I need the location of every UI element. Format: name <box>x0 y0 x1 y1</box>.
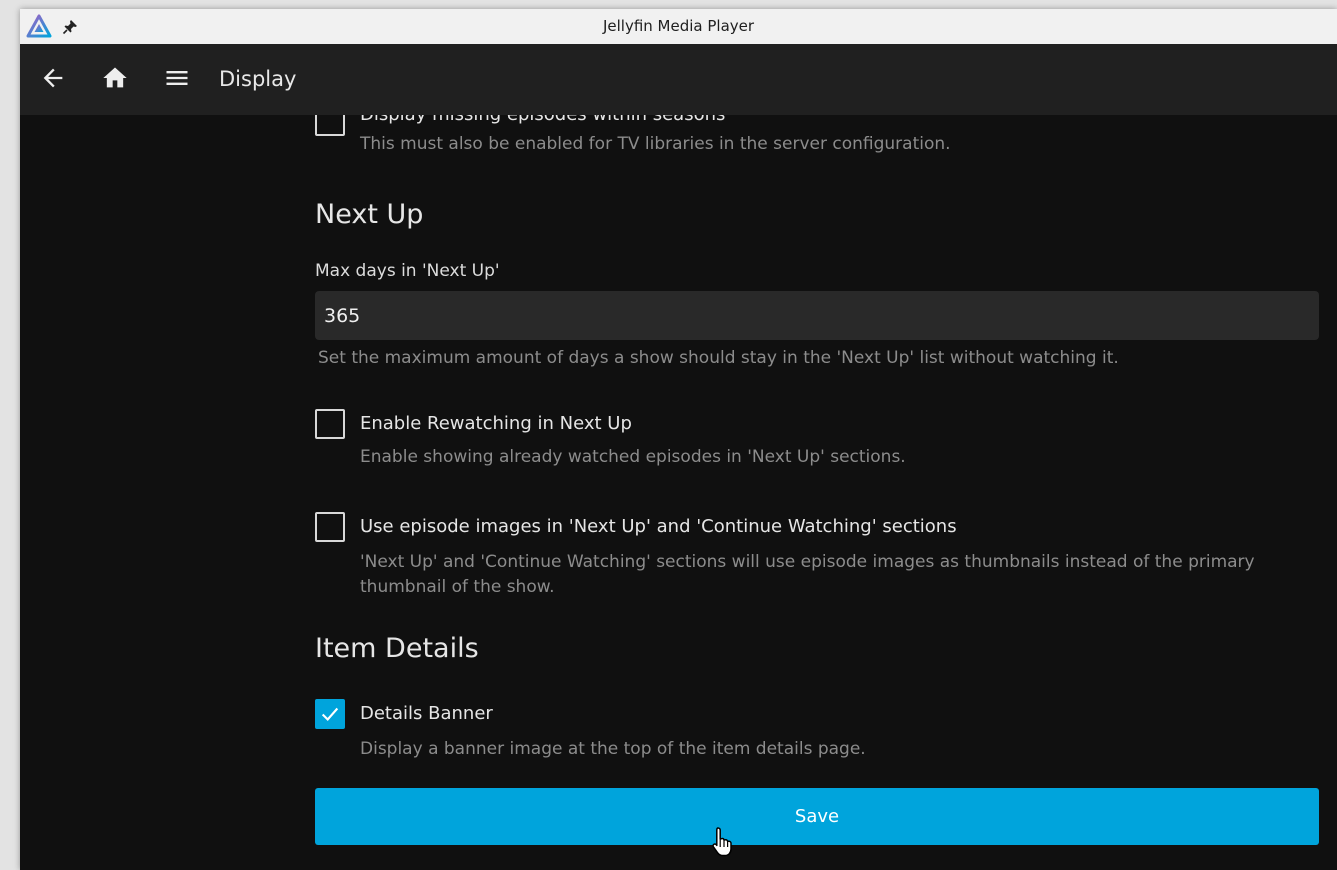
page-title: Display <box>219 67 297 91</box>
max-days-label: Max days in 'Next Up' <box>315 261 500 281</box>
app-header: Display <box>20 44 1337 115</box>
checkmark-icon <box>321 707 339 722</box>
details-banner-description: Display a banner image at the top of the… <box>360 739 866 759</box>
window-title: Jellyfin Media Player <box>602 17 755 35</box>
settings-content[interactable]: Display missing episodes within seasons … <box>20 115 1337 870</box>
rewatching-checkbox[interactable] <box>315 409 345 439</box>
max-days-description: Set the maximum amount of days a show sh… <box>318 348 1119 368</box>
details-banner-option: Details Banner Display a banner image at… <box>315 699 1319 769</box>
episode-images-checkbox[interactable] <box>315 512 345 542</box>
next-up-heading: Next Up <box>315 199 424 230</box>
item-details-heading: Item Details <box>315 633 479 664</box>
rewatching-label[interactable]: Enable Rewatching in Next Up <box>360 413 632 434</box>
episode-images-label[interactable]: Use episode images in 'Next Up' and 'Con… <box>360 516 957 537</box>
home-icon[interactable] <box>101 64 129 92</box>
save-button[interactable]: Save <box>315 788 1319 845</box>
max-days-input[interactable] <box>315 291 1319 340</box>
missing-episodes-option: Display missing episodes within seasons … <box>315 115 1319 175</box>
rewatching-option: Enable Rewatching in Next Up Enable show… <box>315 409 1319 479</box>
episode-images-option: Use episode images in 'Next Up' and 'Con… <box>315 512 1319 607</box>
app-window: Jellyfin Media Player Display Display mi… <box>20 9 1337 870</box>
rewatching-description: Enable showing already watched episodes … <box>360 447 906 467</box>
details-banner-checkbox[interactable] <box>315 699 345 729</box>
max-days-field: Max days in 'Next Up' Set the maximum am… <box>315 261 1319 371</box>
title-bar: Jellyfin Media Player <box>20 9 1337 45</box>
back-arrow-icon[interactable] <box>39 64 67 92</box>
missing-episodes-label: Display missing episodes within seasons <box>360 115 725 125</box>
menu-icon[interactable] <box>163 64 191 92</box>
episode-images-description: 'Next Up' and 'Continue Watching' sectio… <box>360 552 1255 597</box>
details-banner-label[interactable]: Details Banner <box>360 703 493 724</box>
missing-episodes-description: This must also be enabled for TV librari… <box>360 134 951 154</box>
missing-episodes-checkbox[interactable] <box>315 115 345 136</box>
